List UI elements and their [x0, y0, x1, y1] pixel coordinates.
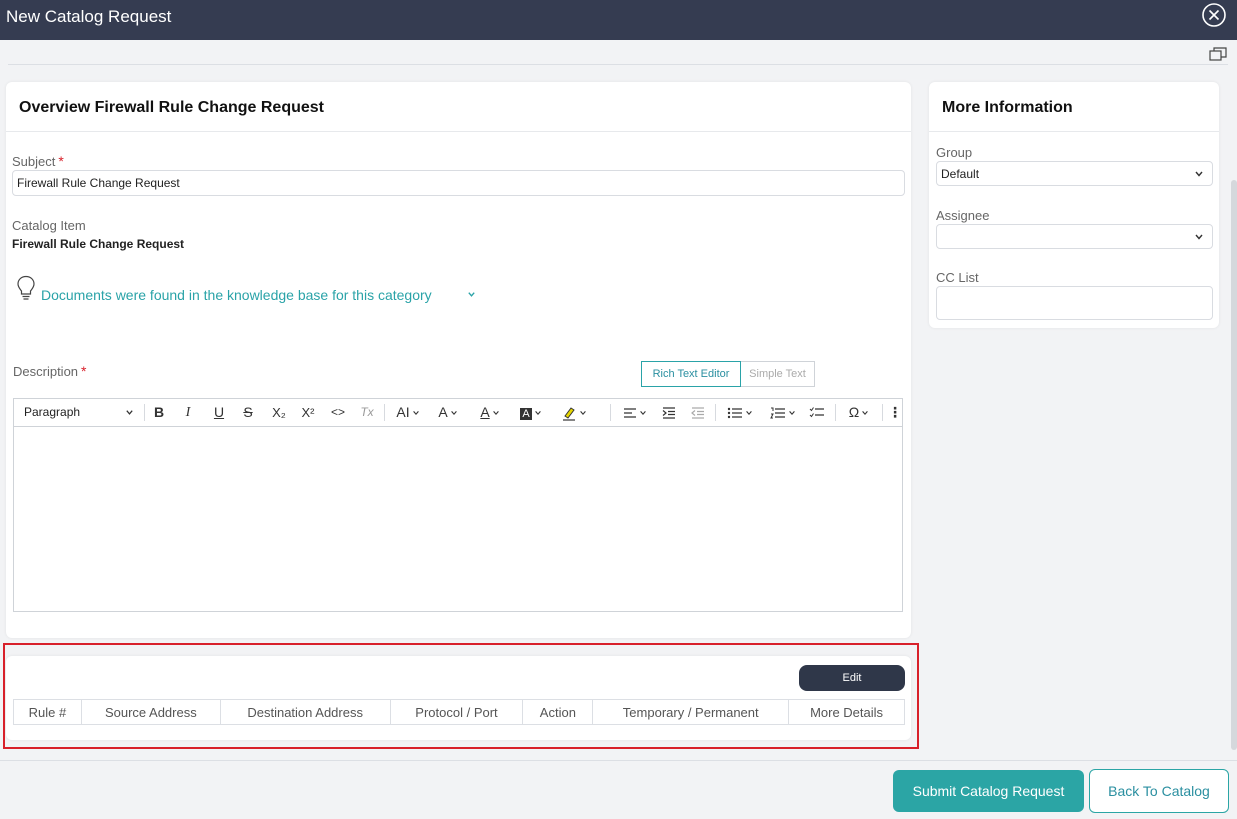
column-header-protocol-port[interactable]: Protocol / Port	[389, 699, 524, 725]
chevron-down-icon	[492, 411, 499, 416]
chevron-down-icon	[450, 411, 457, 416]
column-header-source-address[interactable]: Source Address	[80, 699, 221, 725]
italic-button[interactable]: I	[179, 399, 197, 426]
indent-button[interactable]	[658, 399, 680, 426]
cc-list-input[interactable]	[936, 286, 1213, 320]
column-header-destination-address[interactable]: Destination Address	[219, 699, 391, 725]
more-options-button[interactable]: ⋮	[888, 399, 902, 426]
edit-rules-button[interactable]: Edit	[799, 665, 905, 691]
column-header-action[interactable]: Action	[522, 699, 594, 725]
table-header-row: Rule # Source Address Destination Addres…	[13, 699, 905, 725]
chevron-down-icon	[862, 411, 869, 416]
strikethrough-button[interactable]: S	[239, 399, 257, 426]
window-title: New Catalog Request	[6, 7, 172, 26]
more-information-divider	[929, 131, 1219, 132]
chevron-down-icon	[640, 411, 646, 416]
bulleted-list-icon	[727, 408, 742, 419]
overview-title: Overview Firewall Rule Change Request	[19, 99, 324, 116]
firewall-rules-card	[6, 656, 911, 740]
align-left-icon	[624, 408, 636, 418]
required-mark: *	[81, 363, 87, 379]
subscript-button[interactable]: X₂	[268, 399, 290, 426]
lightbulb-icon	[17, 275, 35, 300]
group-label: Group	[936, 145, 973, 160]
footer-divider	[0, 760, 1237, 761]
simple-text-tab[interactable]: Simple Text	[740, 361, 815, 387]
toolbar-separator	[144, 404, 145, 421]
vertical-scrollbar[interactable]	[1231, 180, 1237, 750]
outdent-button[interactable]	[687, 399, 709, 426]
column-header-temporary-permanent[interactable]: Temporary / Permanent	[592, 699, 790, 725]
description-label: Description *	[13, 363, 87, 379]
paragraph-format-dropdown[interactable]: Paragraph	[24, 399, 134, 426]
chevron-down-icon	[1195, 171, 1203, 177]
underline-button[interactable]: U	[210, 399, 228, 426]
editor-toolbar: Paragraph B I U S X₂ X² <> Tx AI A A A Ω…	[14, 399, 902, 427]
bold-button[interactable]: B	[150, 399, 168, 426]
assignee-select[interactable]	[936, 224, 1213, 249]
assignee-label: Assignee	[936, 208, 990, 223]
superscript-button[interactable]: X²	[297, 399, 319, 426]
toolbar-separator	[882, 404, 883, 421]
chevron-down-icon	[580, 411, 586, 416]
clear-format-button[interactable]: Tx	[356, 399, 378, 426]
toolbar-separator	[384, 404, 385, 421]
submit-catalog-request-button[interactable]: Submit Catalog Request	[893, 770, 1084, 812]
description-editor-body[interactable]	[14, 427, 902, 611]
toolbar-separator	[715, 404, 716, 421]
chevron-down-icon	[1195, 234, 1203, 240]
toolbar-separator	[610, 404, 611, 421]
knowledge-base-text: Documents were found in the knowledge ba…	[41, 287, 432, 303]
back-to-catalog-button[interactable]: Back To Catalog	[1089, 769, 1229, 813]
font-size-dropdown[interactable]: AI	[390, 399, 426, 426]
numbered-list-dropdown[interactable]	[764, 399, 802, 426]
indent-icon	[662, 407, 675, 419]
top-divider	[8, 64, 1228, 65]
more-information-title: More Information	[942, 99, 1073, 116]
popout-window-icon[interactable]	[1209, 46, 1227, 62]
rich-text-editor-tab[interactable]: Rich Text Editor	[641, 361, 741, 387]
subject-input[interactable]	[12, 170, 905, 196]
overview-divider	[6, 131, 911, 132]
special-characters-dropdown[interactable]: Ω	[841, 399, 877, 426]
catalog-item-label: Catalog Item	[12, 218, 86, 233]
window-title-bar: New Catalog Request	[0, 0, 1237, 40]
column-header-rule-number[interactable]: Rule #	[13, 699, 82, 725]
cc-list-label: CC List	[936, 270, 979, 285]
toolbar-separator	[835, 404, 836, 421]
group-selected-value: Default	[941, 167, 980, 181]
chevron-down-icon	[126, 410, 133, 415]
description-editor: Paragraph B I U S X₂ X² <> Tx AI A A A Ω…	[13, 398, 903, 612]
todo-list-button[interactable]	[806, 399, 828, 426]
highlight-dropdown[interactable]	[554, 399, 594, 426]
outdent-icon	[691, 407, 704, 419]
chevron-down-icon	[534, 411, 541, 416]
chevron-down-icon	[468, 292, 475, 297]
bulleted-list-dropdown[interactable]	[721, 399, 759, 426]
checklist-icon	[809, 407, 824, 418]
code-button[interactable]: <>	[327, 399, 349, 426]
font-family-dropdown[interactable]: A	[430, 399, 466, 426]
font-color-dropdown[interactable]: A	[472, 399, 508, 426]
align-dropdown[interactable]	[616, 399, 654, 426]
firewall-rules-table: Rule # Source Address Destination Addres…	[13, 699, 905, 725]
catalog-item-value: Firewall Rule Change Request	[12, 237, 185, 251]
chevron-down-icon	[412, 411, 419, 416]
group-select[interactable]: Default	[936, 161, 1213, 186]
subject-label: Subject *	[12, 153, 64, 169]
numbered-list-icon	[770, 407, 785, 419]
background-color-dropdown[interactable]: A	[513, 399, 549, 426]
column-header-more-details[interactable]: More Details	[788, 699, 905, 725]
chevron-down-icon	[746, 411, 752, 416]
required-mark: *	[58, 153, 64, 169]
highlighter-icon	[563, 407, 575, 421]
close-circle-icon[interactable]	[1201, 2, 1227, 28]
chevron-down-icon	[789, 411, 795, 416]
